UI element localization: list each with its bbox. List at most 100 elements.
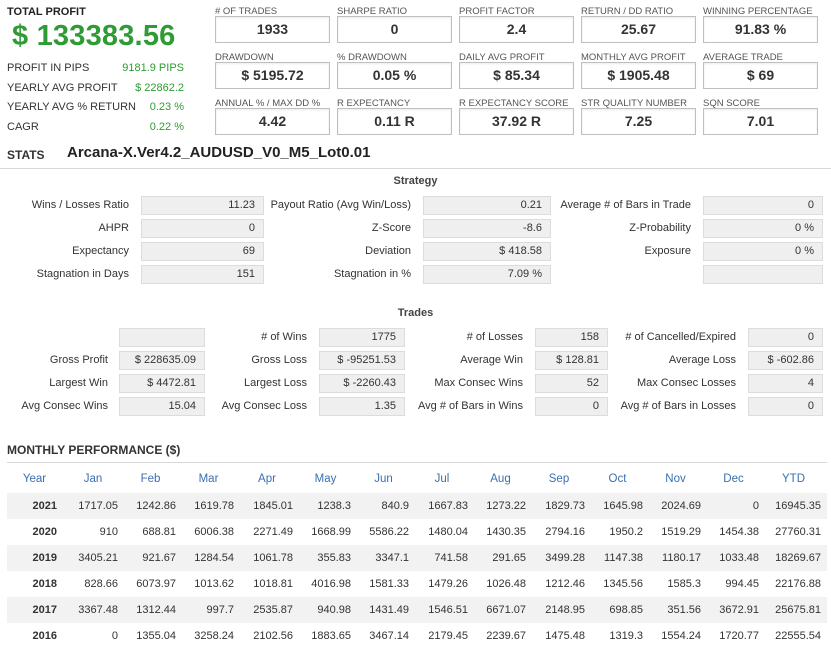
column-header: Jun [374,473,393,485]
month-cell: 6073.97 [124,571,182,597]
trades-label: Avg # of Bars in Wins [418,400,523,412]
month-cell: 1026.48 [474,571,532,597]
strategy-label: Wins / Losses Ratio [31,199,129,211]
month-cell: 688.81 [124,519,182,545]
month-cell: 291.65 [474,545,532,571]
strategy-value: 11.23 [141,196,264,215]
summary-value: 0.22 % [149,121,184,133]
summary-value: 9181.9 PIPS [122,62,184,74]
month-cell: 18269.67 [765,545,827,571]
month-cell: 910 [67,519,124,545]
month-cell: 16945.35 [765,493,827,519]
month-cell: 1845.01 [240,493,299,519]
month-cell: 3258.24 [182,623,240,649]
total-profit-value: $ 133383.56 [12,20,176,52]
month-cell: 1018.81 [240,571,299,597]
strategy-value: -8.6 [423,219,551,238]
strategy-value: 0 [141,219,264,238]
table-row: 2016 0 1355.04 3258.24 2102.56 1883.65 3467.14… [7,623,827,649]
trades-label: Max Consec Wins [434,377,523,389]
metric-value: 0 [337,16,452,43]
month-cell: 1180.17 [649,545,707,571]
month-cell: 1554.24 [649,623,707,649]
monthly-performance-table: Year Jan Feb Mar Apr May Jun Jul Aug Sep… [7,465,827,649]
month-cell: 1619.78 [182,493,240,519]
metric-value: 91.83 % [703,16,818,43]
summary-row-yearly-avg-return: YEARLY AVG % RETURN 0.23 % [7,101,184,113]
month-cell: 1061.78 [240,545,299,571]
month-cell: 27760.31 [765,519,827,545]
strategy-value: 0.21 [423,196,551,215]
column-header: Feb [140,473,161,485]
trades-label: # of Cancelled/Expired [625,331,736,343]
strategy-label: Expectancy [72,245,129,257]
strategy-label: Z-Score [371,222,411,234]
month-cell: 1345.56 [591,571,649,597]
month-cell: 0 [67,623,124,649]
metric-value: $ 5195.72 [215,62,330,89]
month-cell: 1950.2 [591,519,649,545]
trades-value: $ 228635.09 [119,351,205,370]
month-cell: 1284.54 [182,545,240,571]
month-cell: 0 [707,493,765,519]
metric-value: 2.4 [459,16,574,43]
month-cell: 1519.29 [649,519,707,545]
column-header: Aug [490,473,511,485]
month-cell: 1645.98 [591,493,649,519]
metric-value: 4.42 [215,108,330,135]
trades-value: $ 128.81 [535,351,608,370]
month-cell: 1319.3 [591,623,649,649]
table-row: 2021 1717.05 1242.86 1619.78 1845.01 1238.3 84… [7,493,827,519]
trades-label: Avg # of Bars in Losses [620,400,736,412]
strategy-label: Deviation [365,245,411,257]
month-cell: 5586.22 [357,519,415,545]
table-row: 2018 828.66 6073.97 1013.62 1018.81 4016.98 15… [7,571,827,597]
strategy-label: AHPR [98,222,129,234]
summary-label: PROFIT IN PIPS [7,62,90,74]
strategy-value: 7.09 % [423,265,551,284]
metric-value: 1933 [215,16,330,43]
year-cell: 2018 [7,571,67,597]
summary-value: 0.23 % [149,101,184,113]
strategy-label: Payout Ratio (Avg Win/Loss) [270,199,411,211]
trades-label: Average Loss [668,354,736,366]
month-cell: 1312.44 [124,597,182,623]
column-header: Dec [723,473,744,485]
strategy-section-title: Strategy [393,175,438,187]
summary-row-profit-pips: PROFIT IN PIPS 9181.9 PIPS [7,62,184,74]
trades-value: 15.04 [119,397,205,416]
strategy-value: $ 418.58 [423,242,551,261]
month-cell: 22176.88 [765,571,827,597]
trades-value: 0 [748,328,823,347]
trades-label: Gross Profit [49,354,108,366]
column-header: Oct [608,473,627,485]
trades-value: 1775 [319,328,405,347]
month-cell: 2179.45 [415,623,474,649]
trades-label: Gross Loss [251,354,307,366]
trades-value: 52 [535,374,608,393]
trades-label: # of Wins [261,331,307,343]
month-cell: 2102.56 [240,623,299,649]
month-cell: 1013.62 [182,571,240,597]
column-header: Jan [83,473,103,485]
month-cell: 1430.35 [474,519,532,545]
year-cell: 2020 [7,519,67,545]
month-cell: 1147.38 [591,545,649,571]
strategy-label: Average # of Bars in Trade [560,199,691,211]
trades-label: Avg Consec Wins [21,400,108,412]
month-cell: 2271.49 [240,519,299,545]
trades-value [119,328,205,347]
divider [7,462,827,463]
month-cell: 3405.21 [67,545,124,571]
strategy-value: 0 % [703,219,823,238]
trades-value: 1.35 [319,397,405,416]
month-cell: 3499.28 [532,545,591,571]
month-cell: 741.58 [415,545,474,571]
year-cell: 2016 [7,623,67,649]
summary-value: $ 22862.2 [135,82,184,94]
month-cell: 1355.04 [124,623,182,649]
month-cell: 6006.38 [182,519,240,545]
month-cell: 1273.22 [474,493,532,519]
strategy-value: 69 [141,242,264,261]
trades-value: $ -602.86 [748,351,823,370]
